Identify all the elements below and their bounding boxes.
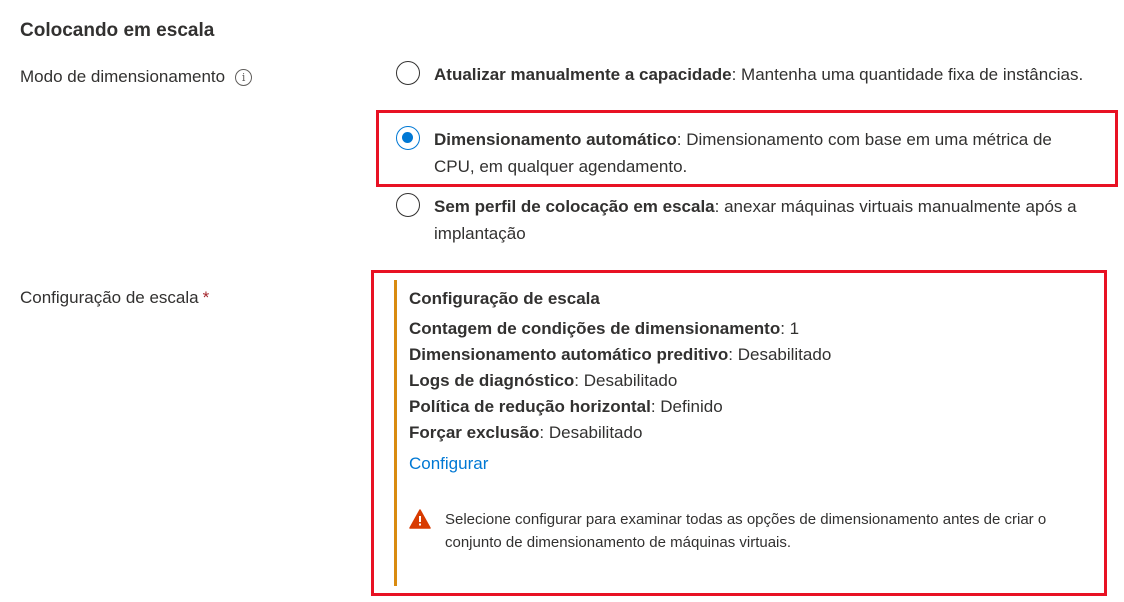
scale-config-label: Configuração de escala *: [20, 288, 209, 308]
info-icon[interactable]: i: [235, 69, 253, 87]
radio-option-manual[interactable]: Atualizar manualmente a capacidade: Mant…: [396, 61, 1096, 88]
scaling-mode-label-text: Modo de dimensionamento: [20, 67, 226, 86]
radio-option-no-profile[interactable]: Sem perfil de colocação em escala: anexa…: [396, 193, 1096, 247]
scaling-mode-label: Modo de dimensionamento i: [20, 67, 253, 87]
radio-button-manual[interactable]: [396, 61, 420, 85]
highlight-box-scale-config: [371, 270, 1107, 596]
radio-button-no-profile[interactable]: [396, 193, 420, 217]
option-manual-title: Atualizar manualmente a capacidade: [434, 65, 732, 84]
option-no-profile-title: Sem perfil de colocação em escala: [434, 197, 715, 216]
required-mark: *: [202, 288, 210, 307]
option-manual-description: : Mantenha uma quantidade fixa de instân…: [731, 65, 1084, 84]
scale-config-label-text: Configuração de escala: [20, 288, 199, 307]
section-title: Colocando em escala: [20, 20, 215, 41]
highlight-box-autoscale: [376, 110, 1118, 187]
